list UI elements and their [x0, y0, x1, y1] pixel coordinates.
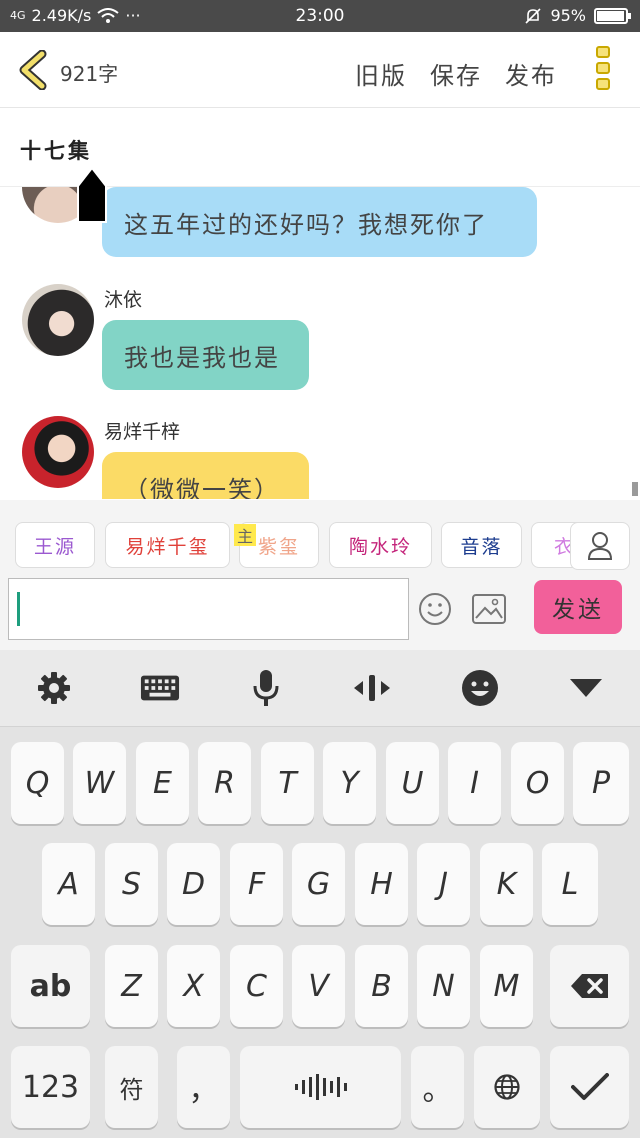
scrollbar[interactable]: [632, 482, 638, 496]
key-l[interactable]: L: [542, 843, 598, 925]
keyboard-icon[interactable]: [140, 668, 180, 708]
key-v[interactable]: V: [292, 945, 345, 1027]
key-w[interactable]: W: [73, 742, 126, 824]
comma-key[interactable]: ，: [177, 1046, 230, 1128]
character-chip[interactable]: 陶水玲: [329, 522, 432, 568]
old-version-button[interactable]: 旧版: [355, 56, 407, 91]
save-button[interactable]: 保存: [430, 56, 482, 91]
voice-wave-icon: [294, 1074, 347, 1100]
sender-name: 易烊千梓: [104, 421, 181, 443]
character-chip-label: 王源: [33, 535, 76, 558]
character-chip[interactable]: 易烊千玺: [105, 522, 230, 568]
key-f[interactable]: F: [230, 843, 283, 925]
emoji-icon[interactable]: [418, 592, 452, 626]
battery-percent: 95%: [550, 6, 586, 25]
sender-name: 沐依: [104, 289, 143, 311]
key-r[interactable]: R: [198, 742, 251, 824]
key-k[interactable]: K: [480, 843, 533, 925]
character-bar: 王源 易烊千玺 紫玺 陶水玲 音落 衣: [0, 500, 640, 576]
mute-icon: [525, 7, 542, 24]
back-chevron-icon[interactable]: [16, 50, 52, 90]
numbers-key[interactable]: 123: [11, 1046, 90, 1128]
backspace-icon: [570, 974, 608, 998]
key-u[interactable]: U: [386, 742, 439, 824]
image-icon[interactable]: [472, 594, 506, 624]
message-text: （微微一笑）: [124, 475, 280, 500]
character-chip-label: 陶水玲: [348, 535, 412, 558]
key-o[interactable]: O: [511, 742, 564, 824]
key-a[interactable]: A: [42, 843, 95, 925]
menu-dots-icon[interactable]: [596, 46, 612, 96]
key-b[interactable]: B: [355, 945, 408, 1027]
battery-level: [597, 10, 624, 21]
person-button[interactable]: [570, 522, 630, 570]
microphone-icon[interactable]: [246, 668, 286, 708]
key-q[interactable]: Q: [11, 742, 64, 824]
key-j[interactable]: J: [417, 843, 470, 925]
character-chip-label: 音落: [460, 535, 503, 558]
keyboard: Q W E R T Y U I O P A S D F G H J K L ab…: [0, 726, 640, 1138]
key-e[interactable]: E: [136, 742, 189, 824]
key-y[interactable]: Y: [323, 742, 376, 824]
message-input[interactable]: [8, 578, 409, 640]
message-bubble[interactable]: 我也是我也是: [102, 320, 309, 390]
chapter-title[interactable]: 十七集: [20, 135, 92, 165]
character-chip[interactable]: 音落: [441, 522, 522, 568]
key-d[interactable]: D: [167, 843, 220, 925]
battery-icon: [594, 7, 631, 24]
status-bar: 4G 2.49K/s ··· 23:00 95%: [0, 0, 640, 32]
backspace-key[interactable]: [550, 945, 629, 1027]
globe-icon: [494, 1074, 520, 1100]
character-chip-label: 紫玺: [257, 535, 300, 558]
collapse-icon[interactable]: [566, 668, 606, 708]
person-icon: [587, 532, 613, 560]
key-h[interactable]: H: [355, 843, 408, 925]
key-m[interactable]: M: [480, 945, 533, 1027]
key-p[interactable]: P: [573, 742, 629, 824]
period-key[interactable]: 。: [411, 1046, 464, 1128]
avatar[interactable]: [22, 416, 94, 488]
publish-button[interactable]: 发布: [505, 56, 557, 91]
editor-header: 921字 旧版 保存 发布: [0, 32, 640, 108]
enter-key[interactable]: [550, 1046, 629, 1128]
message-text: 我也是我也是: [124, 343, 280, 372]
settings-icon[interactable]: [34, 668, 74, 708]
drag-marker-icon[interactable]: [76, 166, 108, 224]
character-chip-label: 易烊千玺: [125, 535, 210, 558]
key-c[interactable]: C: [230, 945, 283, 1027]
word-count: 921字: [60, 62, 119, 86]
message-bubble[interactable]: 这五年过的还好吗？我想死你了: [102, 187, 537, 257]
chat-area[interactable]: 这五年过的还好吗？我想死你了 沐依 我也是我也是 易烊千梓 （微微一笑）: [0, 187, 640, 499]
avatar[interactable]: [22, 284, 94, 356]
message-text: 这五年过的还好吗？我想死你了: [124, 210, 488, 239]
text-caret: [17, 592, 20, 626]
checkmark-icon: [570, 1073, 609, 1100]
language-key[interactable]: [474, 1046, 540, 1128]
cursor-move-icon[interactable]: [352, 668, 392, 708]
key-t[interactable]: T: [261, 742, 314, 824]
key-z[interactable]: Z: [105, 945, 158, 1027]
key-x[interactable]: X: [167, 945, 220, 1027]
keyboard-toolbar: [0, 650, 640, 726]
shift-key[interactable]: ab: [11, 945, 90, 1027]
key-i[interactable]: I: [448, 742, 501, 824]
key-g[interactable]: G: [292, 843, 345, 925]
key-s[interactable]: S: [105, 843, 158, 925]
input-row: 发送: [0, 576, 640, 650]
symbols-key[interactable]: 符: [105, 1046, 158, 1128]
main-character-badge: 主: [234, 524, 256, 546]
message-bubble[interactable]: （微微一笑）: [102, 452, 309, 499]
character-chip[interactable]: 王源: [15, 522, 95, 568]
space-key[interactable]: [240, 1046, 401, 1128]
smiley-icon[interactable]: [460, 668, 500, 708]
key-n[interactable]: N: [417, 945, 470, 1027]
send-button[interactable]: 发送: [534, 580, 622, 634]
